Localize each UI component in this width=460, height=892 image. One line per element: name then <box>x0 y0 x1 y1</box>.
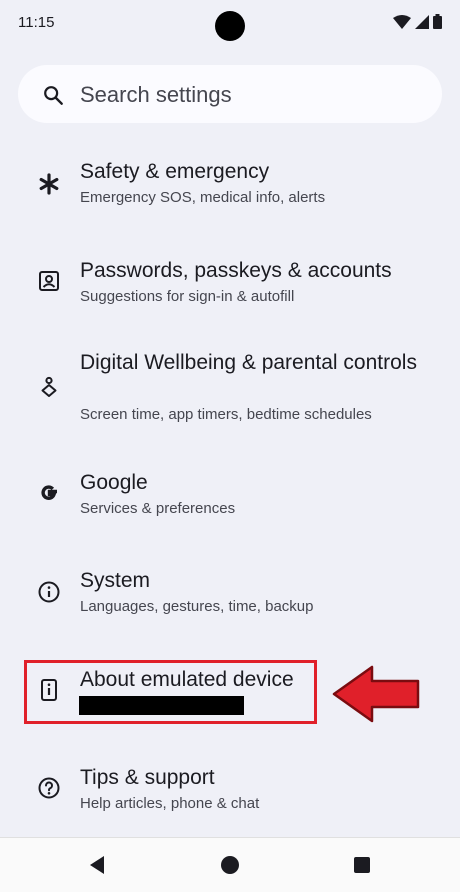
settings-item-system[interactable]: System Languages, gestures, time, backup <box>0 560 460 640</box>
google-g-icon <box>41 485 57 500</box>
settings-item-title: Safety & emergency <box>80 160 270 183</box>
settings-item-google[interactable]: Google Services & preferences <box>0 462 460 542</box>
settings-item-subtitle: Services & preferences <box>80 500 236 517</box>
battery-icon <box>433 14 442 29</box>
navigation-bar <box>0 837 460 892</box>
home-icon[interactable] <box>219 854 241 876</box>
status-bar: 11:15 <box>0 0 460 46</box>
status-icons <box>393 14 442 29</box>
settings-item-title: System <box>80 569 151 592</box>
back-icon[interactable] <box>86 854 108 876</box>
settings-item-safety[interactable]: Safety & emergency Emergency SOS, medica… <box>0 150 460 230</box>
search-icon <box>44 86 63 105</box>
account-box-icon <box>39 271 59 291</box>
settings-item-wellbeing[interactable]: Digital Wellbeing & parental controls Sc… <box>0 340 460 440</box>
settings-item-subtitle: Help articles, phone & chat <box>80 795 260 812</box>
cellular-signal-icon <box>415 14 429 29</box>
settings-item-title: Google <box>80 471 148 494</box>
camera-cutout <box>215 11 245 41</box>
search-bar[interactable]: Search settings <box>18 65 442 123</box>
settings-item-title: Passwords, passkeys & accounts <box>80 259 392 282</box>
wifi-icon <box>393 14 411 29</box>
settings-item-subtitle: Languages, gestures, time, backup <box>80 598 314 615</box>
help-icon <box>38 777 60 799</box>
wellbeing-icon <box>41 376 57 397</box>
settings-item-subtitle: Screen time, app timers, bedtime schedul… <box>80 406 372 423</box>
highlight-box <box>24 660 317 724</box>
settings-item-subtitle: Emergency SOS, medical info, alerts <box>80 189 326 206</box>
settings-item-title: Tips & support <box>80 766 215 789</box>
info-icon <box>38 581 60 603</box>
settings-item-passwords[interactable]: Passwords, passkeys & accounts Suggestio… <box>0 248 460 328</box>
recents-icon[interactable] <box>351 854 373 876</box>
settings-item-tips[interactable]: Tips & support Help articles, phone & ch… <box>0 756 460 836</box>
search-placeholder: Search settings <box>80 82 232 107</box>
status-time: 11:15 <box>18 14 55 31</box>
pointer-arrow-icon <box>332 665 420 723</box>
asterisk-icon <box>39 173 59 195</box>
settings-item-title: Digital Wellbeing & parental controls <box>80 351 417 374</box>
settings-item-subtitle: Suggestions for sign-in & autofill <box>80 288 295 305</box>
